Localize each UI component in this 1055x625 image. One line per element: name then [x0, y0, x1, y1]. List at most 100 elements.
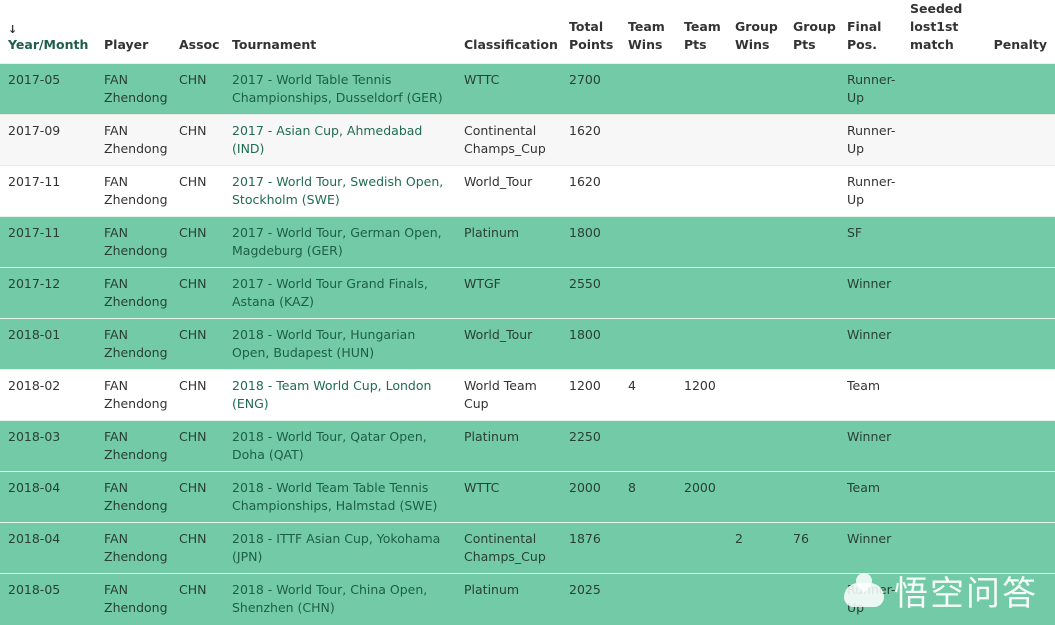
cell-group-wins: [727, 165, 785, 217]
column-header-group-wins[interactable]: Group Wins: [727, 0, 785, 64]
cell-team-pts: [676, 267, 727, 319]
cell-final-pos: Team: [839, 369, 902, 421]
cell-year-month: 2018-02: [0, 369, 96, 421]
cell-group-pts: [785, 573, 839, 625]
column-header-penalty[interactable]: Penalty: [977, 0, 1055, 64]
cell-year-month: 2017-11: [0, 216, 96, 268]
cell-assoc: CHN: [171, 369, 224, 421]
cell-group-wins: [727, 63, 785, 115]
cell-year-month: 2018-04: [0, 522, 96, 574]
cell-classification: WTTC: [456, 471, 561, 523]
cell-penalty: [977, 471, 1055, 523]
header-row: ↓ Year/Month Player Assoc Tournament Clas…: [0, 0, 1055, 64]
column-header-player[interactable]: Player: [96, 0, 171, 64]
cell-final-pos: Winner: [839, 267, 902, 319]
cell-final-pos: Winner: [839, 420, 902, 472]
cell-tournament[interactable]: 2017 - World Tour Grand Finals, Astana (…: [224, 267, 456, 319]
cell-tournament[interactable]: 2017 - World Tour, German Open, Magdebur…: [224, 216, 456, 268]
cell-team-wins: [620, 420, 676, 472]
column-header-team-wins[interactable]: Team Wins: [620, 0, 676, 64]
column-header-assoc[interactable]: Assoc: [171, 0, 224, 64]
cell-team-wins: [620, 522, 676, 574]
cell-team-pts: [676, 63, 727, 115]
table-row: 2017-11 FAN Zhendong CHN 2017 - World Tour,…: [0, 165, 1055, 217]
cell-year-month: 2017-05: [0, 63, 96, 115]
cell-classification: WTGF: [456, 267, 561, 319]
cell-tournament[interactable]: 2018 - World Tour, Qatar Open, Doha (QAT…: [224, 420, 456, 472]
cell-total-points: 1800: [561, 318, 620, 370]
cell-final-pos: Runner-Up: [839, 573, 902, 625]
cell-assoc: CHN: [171, 522, 224, 574]
cell-seeded-lost: [902, 420, 977, 472]
cell-group-pts: [785, 420, 839, 472]
cell-classification: Continental Champs_Cup: [456, 522, 561, 574]
column-header-total-points[interactable]: Total Points: [561, 0, 620, 64]
cell-final-pos: Winner: [839, 318, 902, 370]
cell-assoc: CHN: [171, 318, 224, 370]
cell-classification: WTTC: [456, 63, 561, 115]
cell-seeded-lost: [902, 369, 977, 421]
cell-classification: Continental Champs_Cup: [456, 114, 561, 166]
cell-seeded-lost: [902, 63, 977, 115]
cell-assoc: CHN: [171, 165, 224, 217]
cell-final-pos: Winner: [839, 522, 902, 574]
cell-player: FAN Zhendong: [96, 63, 171, 115]
sort-down-icon: ↓: [8, 23, 18, 36]
cell-assoc: CHN: [171, 267, 224, 319]
cell-tournament[interactable]: 2018 - World Tour, China Open, Shenzhen …: [224, 573, 456, 625]
cell-year-month: 2018-01: [0, 318, 96, 370]
cell-year-month: 2017-12: [0, 267, 96, 319]
cell-total-points: 1620: [561, 114, 620, 166]
column-header-group-pts[interactable]: Group Pts: [785, 0, 839, 64]
cell-group-pts: [785, 267, 839, 319]
cell-group-wins: [727, 471, 785, 523]
cell-team-wins: 4: [620, 369, 676, 421]
cell-tournament[interactable]: 2018 - ITTF Asian Cup, Yokohama (JPN): [224, 522, 456, 574]
cell-tournament[interactable]: 2017 - World Tour, Swedish Open, Stockho…: [224, 165, 456, 217]
cell-player: FAN Zhendong: [96, 267, 171, 319]
cell-seeded-lost: [902, 522, 977, 574]
cell-tournament[interactable]: 2017 - World Table Tennis Championships,…: [224, 63, 456, 115]
cell-group-pts: [785, 216, 839, 268]
cell-final-pos: Team: [839, 471, 902, 523]
cell-group-wins: [727, 114, 785, 166]
cell-player: FAN Zhendong: [96, 165, 171, 217]
cell-seeded-lost: [902, 114, 977, 166]
cell-total-points: 1800: [561, 216, 620, 268]
cell-penalty: [977, 369, 1055, 421]
cell-classification: Platinum: [456, 573, 561, 625]
cell-penalty: [977, 63, 1055, 115]
cell-team-pts: [676, 318, 727, 370]
cell-tournament[interactable]: 2017 - Asian Cup, Ahmedabad (IND): [224, 114, 456, 166]
cell-total-points: 1876: [561, 522, 620, 574]
cell-team-wins: [620, 63, 676, 115]
cell-team-pts: [676, 573, 727, 625]
cell-final-pos: SF: [839, 216, 902, 268]
column-header-classification[interactable]: Classification: [456, 0, 561, 64]
column-header-year-month[interactable]: ↓ Year/Month: [0, 0, 96, 64]
cell-tournament[interactable]: 2018 - World Team Table Tennis Champions…: [224, 471, 456, 523]
column-header-final-pos[interactable]: Final Pos.: [839, 0, 902, 64]
cell-assoc: CHN: [171, 216, 224, 268]
column-header-team-pts[interactable]: Team Pts: [676, 0, 727, 64]
cell-tournament[interactable]: 2018 - World Tour, Hungarian Open, Budap…: [224, 318, 456, 370]
cell-final-pos: Runner-Up: [839, 63, 902, 115]
cell-seeded-lost: [902, 267, 977, 319]
cell-classification: Platinum: [456, 216, 561, 268]
cell-group-wins: [727, 420, 785, 472]
cell-tournament[interactable]: 2018 - Team World Cup, London (ENG): [224, 369, 456, 421]
cell-player: FAN Zhendong: [96, 573, 171, 625]
cell-classification: World Team Cup: [456, 369, 561, 421]
table-row: 2018-04 FAN Zhendong CHN 2018 - World Team …: [0, 471, 1055, 523]
cell-total-points: 2025: [561, 573, 620, 625]
column-header-seeded-lost[interactable]: Seeded lost1st match: [902, 0, 977, 64]
table-row: 2018-01 FAN Zhendong CHN 2018 - World Tour,…: [0, 318, 1055, 370]
cell-penalty: [977, 216, 1055, 268]
column-header-tournament[interactable]: Tournament: [224, 0, 456, 64]
cell-team-pts: 1200: [676, 369, 727, 421]
cell-assoc: CHN: [171, 471, 224, 523]
cell-group-wins: [727, 573, 785, 625]
cell-assoc: CHN: [171, 420, 224, 472]
cell-assoc: CHN: [171, 114, 224, 166]
cell-player: FAN Zhendong: [96, 369, 171, 421]
